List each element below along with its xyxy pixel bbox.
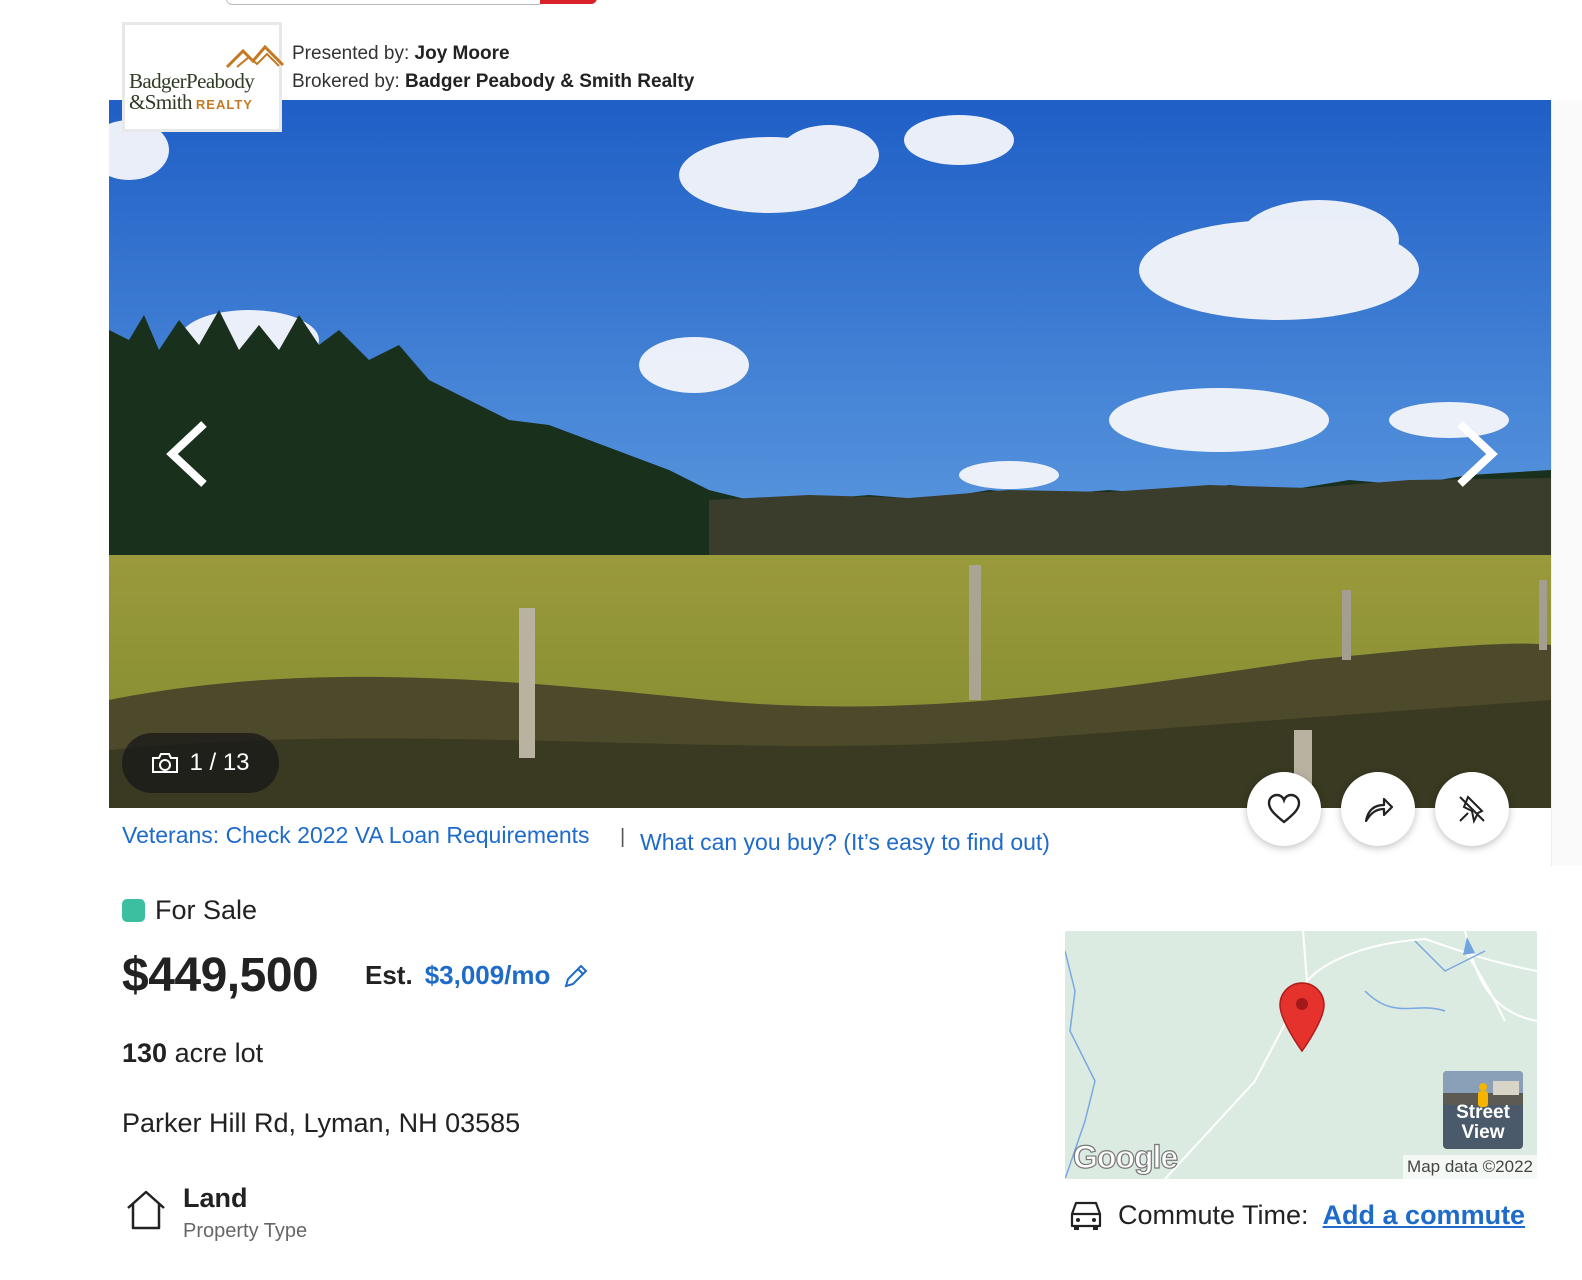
buying-power-link[interactable]: What can you buy? (It’s easy to find out… (640, 829, 1050, 856)
listing-price: $449,500 (122, 949, 319, 1002)
estimated-payment: Est. $3,009/mo (365, 960, 590, 991)
status-dot-icon (122, 899, 145, 922)
presenter-info: Presented by: Joy Moore Brokered by: Bad… (292, 40, 694, 96)
google-logo: Google (1072, 1138, 1178, 1175)
brokered-by: Brokered by: Badger Peabody & Smith Real… (292, 68, 694, 96)
home-icon (127, 1190, 165, 1230)
est-label: Est. (365, 960, 413, 990)
logo-realty: REALTY (195, 97, 253, 112)
next-photo-icon[interactable] (1444, 420, 1504, 488)
photo-counter-text: 1 / 13 (189, 749, 250, 776)
presented-by-label: Presented by: (292, 43, 410, 64)
est-payment-value[interactable]: $3,009/mo (425, 960, 551, 991)
previous-photo-icon[interactable] (160, 420, 220, 488)
property-type-value: Land (183, 1183, 248, 1213)
status-text: For Sale (155, 895, 258, 925)
map-attribution[interactable]: Map data ©2022 (1403, 1155, 1537, 1179)
listing-address: Parker Hill Rd, Lyman, NH 03585 (122, 1108, 521, 1138)
listing-photo[interactable] (109, 100, 1551, 808)
logo-name-2: &Smith REALTY (129, 90, 253, 115)
link-separator: | (620, 826, 626, 848)
hide-listing-button[interactable] (1435, 772, 1509, 846)
presented-by: Presented by: Joy Moore (292, 40, 694, 68)
page-edge (1551, 100, 1582, 866)
save-favorite-button[interactable] (1247, 772, 1321, 846)
street-view-line2: View (1461, 1122, 1505, 1143)
listing-status: For Sale (122, 895, 257, 926)
commute-time: Commute Time: Add a commute (1068, 1198, 1525, 1232)
lot-size-value: 130 (122, 1038, 168, 1068)
lot-size: 130 acre lot (122, 1038, 263, 1069)
street-view-line1: Street (1456, 1102, 1510, 1123)
car-icon (1070, 1201, 1102, 1230)
camera-icon (152, 753, 179, 773)
pin-off-icon (1459, 795, 1485, 825)
map-pin-icon[interactable] (1278, 981, 1326, 1053)
search-button[interactable] (540, 0, 597, 4)
search-input[interactable] (226, 0, 544, 5)
street-view-button[interactable]: Street View (1443, 1071, 1523, 1149)
lot-size-unit: acre lot (174, 1038, 264, 1068)
heart-icon (1267, 793, 1301, 824)
landscape-photo (109, 100, 1551, 808)
broker-name[interactable]: Badger Peabody & Smith Realty (405, 71, 694, 92)
logo-name-2-text: &Smith (129, 90, 193, 114)
share-arrow-icon (1364, 797, 1394, 823)
commute-label: Commute Time: (1118, 1199, 1309, 1230)
broker-logo: BadgerPeabody &Smith REALTY (122, 22, 285, 132)
brokered-by-label: Brokered by: (292, 71, 400, 92)
location-map[interactable]: Street View Google Map data ©2022 (1065, 931, 1537, 1179)
street-view-label: Street View (1443, 1103, 1523, 1143)
pencil-icon[interactable] (562, 962, 590, 990)
agent-name[interactable]: Joy Moore (415, 43, 510, 64)
add-commute-link[interactable]: Add a commute (1323, 1200, 1526, 1231)
property-type-label: Property Type (183, 1220, 308, 1242)
share-button[interactable] (1341, 772, 1415, 846)
photo-counter[interactable]: 1 / 13 (122, 733, 279, 793)
mountain-logo-icon (225, 44, 285, 69)
va-loan-link[interactable]: Veterans: Check 2022 VA Loan Requirement… (122, 822, 590, 849)
